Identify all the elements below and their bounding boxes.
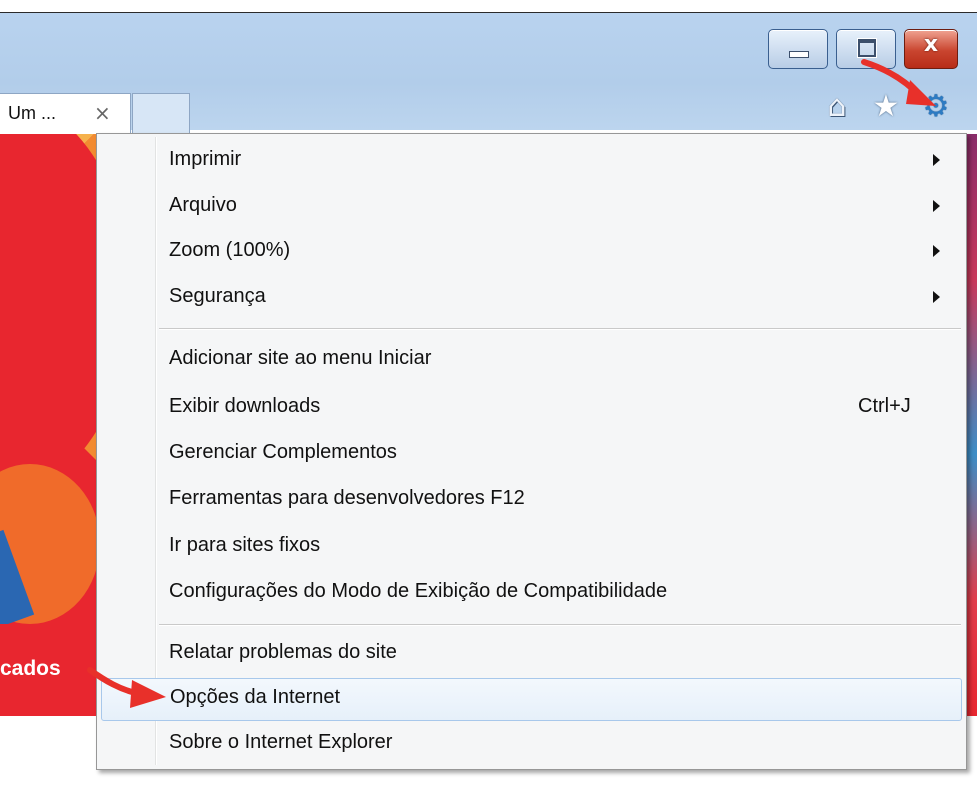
menu-item-label: Ferramentas para desenvolvedores F12 — [169, 487, 525, 509]
submenu-arrow-icon — [933, 291, 940, 303]
menu-item-shortcut: Ctrl+J — [858, 395, 911, 417]
top-border — [0, 0, 977, 13]
menu-item-imprimir[interactable]: Imprimir — [101, 141, 960, 181]
menu-item-label: Arquivo — [169, 194, 237, 216]
menu-item-arquivo[interactable]: Arquivo — [101, 187, 960, 227]
menu-item-label: Sobre o Internet Explorer — [169, 731, 393, 753]
menu-item-label: Gerenciar Complementos — [169, 441, 397, 463]
menu-item-label: Opções da Internet — [170, 686, 341, 708]
menu-item-label: Ir para sites fixos — [169, 534, 321, 556]
menu-item-relatar-problemas[interactable]: Relatar problemas do site — [101, 634, 960, 674]
home-icon[interactable]: ⌂ — [821, 90, 853, 124]
menu-item-label: Zoom (100%) — [169, 239, 291, 261]
menu-item-label: Segurança — [169, 285, 266, 307]
browser-tab[interactable]: Um ... × — [0, 93, 131, 134]
menu-item-compatibilidade[interactable]: Configurações do Modo de Exibição de Com… — [101, 573, 960, 613]
menu-item-label: Exibir downloads — [169, 395, 321, 417]
menu-item-sobre-ie[interactable]: Sobre o Internet Explorer — [101, 724, 960, 764]
banner-text: cados — [0, 657, 61, 680]
tools-menu: Imprimir Arquivo Zoom (100%) Segurança A… — [96, 133, 967, 770]
menu-item-opcoes-internet[interactable]: Opções da Internet — [101, 678, 962, 721]
submenu-arrow-icon — [933, 245, 940, 257]
page-artwork — [0, 134, 110, 624]
menu-item-seguranca[interactable]: Segurança — [101, 278, 960, 318]
menu-separator — [159, 328, 961, 330]
menu-item-gerenciar-complementos[interactable]: Gerenciar Complementos — [101, 434, 960, 474]
menu-item-exibir-downloads[interactable]: Exibir downloads Ctrl+J — [101, 388, 960, 428]
annotation-arrow-gear — [861, 59, 936, 106]
menu-item-label: Adicionar site ao menu Iniciar — [169, 347, 432, 369]
submenu-arrow-icon — [933, 154, 940, 166]
menu-item-label: Relatar problemas do site — [169, 641, 397, 663]
menu-item-label: Configurações do Modo de Exibição de Com… — [169, 580, 668, 602]
tab-title: Um ... — [8, 103, 56, 123]
menu-item-zoom[interactable]: Zoom (100%) — [101, 232, 960, 272]
annotation-arrow-options — [87, 667, 166, 708]
page-artwork-right — [966, 134, 977, 716]
tab-close-icon[interactable]: × — [94, 101, 111, 125]
menu-item-sites-fixos[interactable]: Ir para sites fixos — [101, 527, 960, 567]
menu-item-label: Imprimir — [169, 148, 242, 170]
minimize-button[interactable] — [768, 29, 828, 69]
menu-item-adicionar-site[interactable]: Adicionar site ao menu Iniciar — [101, 340, 960, 380]
new-tab-button[interactable] — [132, 93, 190, 134]
submenu-arrow-icon — [933, 200, 940, 212]
menu-item-ferramentas-desenvolvedores[interactable]: Ferramentas para desenvolvedores F12 — [101, 480, 960, 520]
menu-separator — [159, 624, 961, 626]
